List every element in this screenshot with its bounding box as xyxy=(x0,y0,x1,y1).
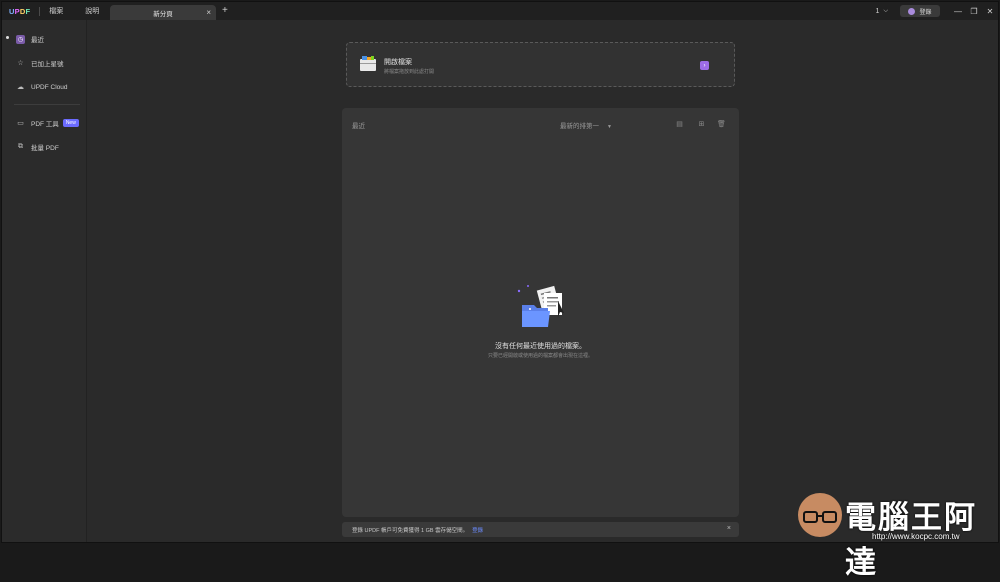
grid-view-icon[interactable]: ⊞ xyxy=(697,120,706,129)
user-avatar-icon xyxy=(908,7,916,15)
sidebar-item-label: 最近 xyxy=(31,37,44,44)
open-file-title: 開啟檔案 xyxy=(384,59,412,66)
tab-label: 新分頁 xyxy=(153,10,173,18)
sidebar-item-starred[interactable]: ☆ 已加上星號 xyxy=(16,56,64,70)
sort-label: 最新的排第一 xyxy=(560,123,599,130)
sidebar-item-label: 已加上星號 xyxy=(31,61,64,68)
app-window: UPDF 檔案 說明 新分頁 × + 1 ⌵ 登錄 — ❐ ✕ ◷ 最近 ☆ 已… xyxy=(1,1,999,543)
site-watermark: 電腦王阿達 http://www.kocpc.com.tw xyxy=(798,488,998,580)
banner-close-icon[interactable]: × xyxy=(727,525,731,532)
login-button[interactable]: 登錄 xyxy=(900,5,940,17)
active-indicator xyxy=(6,36,9,39)
list-view-icon[interactable]: ▤ xyxy=(675,120,684,129)
stack-icon: ⧉ xyxy=(18,143,23,150)
sidebar-item-recent[interactable]: ◷ 最近 xyxy=(16,32,44,46)
watermark-url: http://www.kocpc.com.tw xyxy=(872,532,960,541)
restore-button[interactable]: ❐ xyxy=(966,7,982,16)
open-file-card[interactable]: 開啟檔案 將檔案拖放到此處打開 › xyxy=(346,42,735,87)
sidebar-item-cloud[interactable]: ☁ UPDF Cloud xyxy=(16,80,67,94)
tab-close-icon[interactable]: × xyxy=(206,8,211,17)
menu-help[interactable]: 說明 xyxy=(85,6,99,16)
empty-state-subtitle: 只要已經開啟或使用過的檔案都會出現在這裡。 xyxy=(487,353,593,359)
banner-login-link[interactable]: 登錄 xyxy=(472,526,483,534)
cloud-signup-banner: 登錄 UPDF 帳戶可免費獲得 1 GB 雲存儲空間。 登錄 × xyxy=(342,522,739,537)
clock-icon: ◷ xyxy=(16,34,25,44)
minimize-button[interactable]: — xyxy=(950,7,966,16)
toolbox-icon: ▭ xyxy=(17,120,24,127)
caret-down-icon: ▼ xyxy=(607,124,612,130)
empty-state-title: 沒有任何最近使用過的檔案。 xyxy=(495,343,586,350)
menu-file[interactable]: 檔案 xyxy=(49,6,63,16)
title-bar-controls: 1 ⌵ 登錄 — ❐ ✕ xyxy=(876,2,998,20)
recent-heading: 最近 xyxy=(352,123,365,130)
sidebar: ◷ 最近 ☆ 已加上星號 ☁ UPDF Cloud ▭ PDF 工具 New ⧉… xyxy=(2,20,87,542)
mascot-face-icon xyxy=(798,493,842,537)
arrow-right-icon[interactable]: › xyxy=(700,61,709,70)
folder-icon xyxy=(360,56,376,71)
title-bar: UPDF 檔案 說明 新分頁 × + 1 ⌵ 登錄 — ❐ ✕ xyxy=(2,2,998,20)
add-tab-button[interactable]: + xyxy=(222,5,228,16)
sidebar-divider xyxy=(14,104,80,105)
sidebar-item-label: 批量 PDF xyxy=(31,145,59,152)
open-file-subtitle: 將檔案拖放到此處打開 xyxy=(384,69,435,75)
trash-icon[interactable]: 🗑 xyxy=(717,120,726,129)
sidebar-item-label: PDF 工具 xyxy=(31,121,59,128)
star-icon: ☆ xyxy=(17,60,24,67)
banner-text: 登錄 UPDF 帳戶可免費獲得 1 GB 雲存儲空間。 xyxy=(352,527,469,534)
recent-files-panel: 最近 最新的排第一 ▼ ▤ ⊞ 🗑 沒有任何最近使用過的檔案。 只要已經開啟或使… xyxy=(342,108,739,517)
new-badge: New xyxy=(62,119,79,127)
sort-dropdown[interactable]: 最新的排第一 ▼ xyxy=(560,120,612,130)
main-area: 開啟檔案 將檔案拖放到此處打開 › 最近 最新的排第一 ▼ ▤ ⊞ 🗑 沒有任何… xyxy=(87,20,998,542)
page-count[interactable]: 1 xyxy=(876,8,880,15)
sidebar-item-pdf-tools[interactable]: ▭ PDF 工具 New xyxy=(16,116,79,130)
close-window-button[interactable]: ✕ xyxy=(982,7,998,16)
cloud-icon: ☁ xyxy=(17,84,24,91)
sidebar-item-batch-pdf[interactable]: ⧉ 批量 PDF xyxy=(16,140,59,154)
title-separator xyxy=(39,6,41,16)
tab-new[interactable]: 新分頁 × xyxy=(110,5,216,20)
chevron-down-icon[interactable]: ⌵ xyxy=(883,8,888,15)
login-label: 登錄 xyxy=(919,9,932,16)
updf-logo: UPDF xyxy=(9,6,31,16)
glasses-icon xyxy=(803,511,837,523)
sidebar-item-label: UPDF Cloud xyxy=(31,83,68,91)
empty-folder-illustration-icon xyxy=(517,285,564,327)
